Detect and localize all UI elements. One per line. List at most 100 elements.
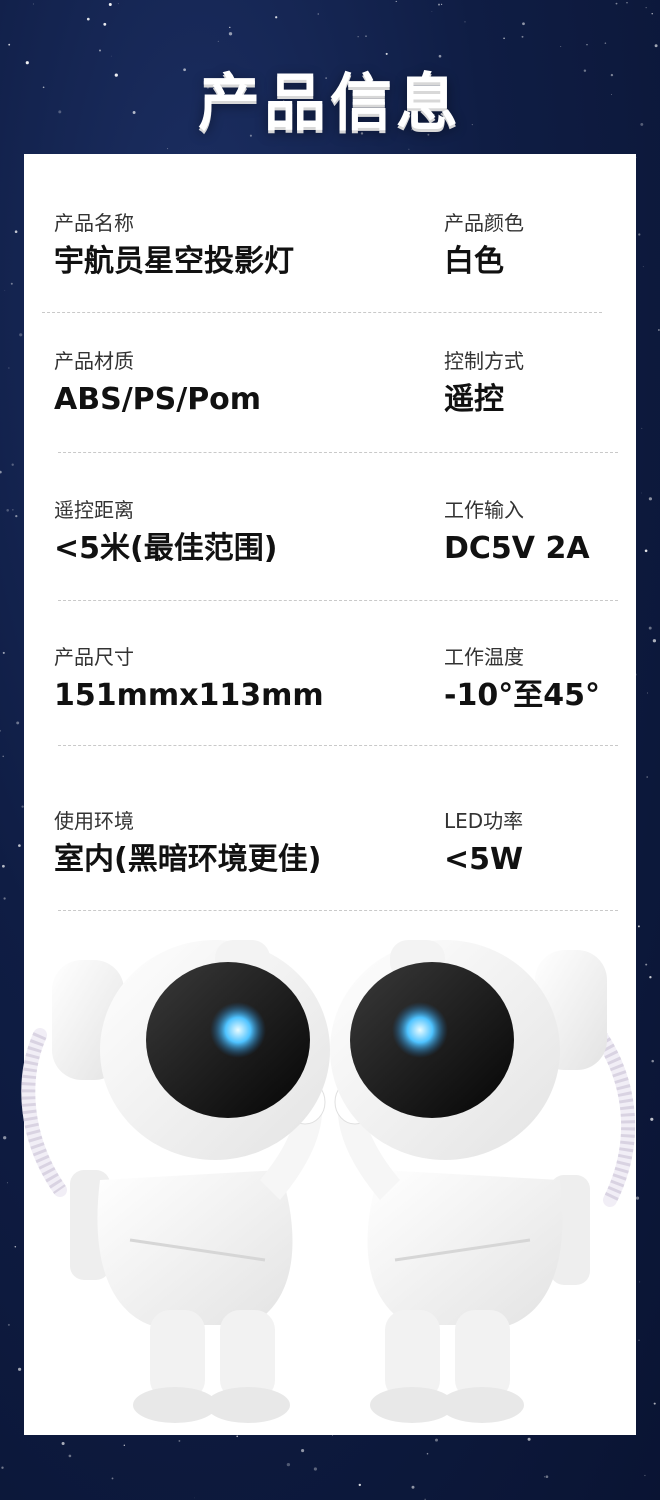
spec-label: 工作输入 (444, 498, 524, 522)
star-dot (19, 333, 23, 337)
star-dot (408, 148, 410, 150)
star-dot (644, 1474, 646, 1477)
star-dot (654, 44, 658, 48)
divider (58, 452, 618, 453)
star-dot (12, 509, 14, 511)
star-dot (103, 22, 107, 26)
astronaut-right (330, 940, 636, 1423)
spec-product-size: 产品尺寸 151mmx113mm (54, 644, 324, 716)
star-dot (16, 721, 20, 725)
star-dot (365, 35, 367, 37)
star-dot (301, 1449, 305, 1453)
spec-product-color: 产品颜色 白色 (444, 210, 524, 282)
star-dot (441, 3, 443, 5)
spec-value: <5W (444, 842, 524, 877)
spec-value: ABS/PS/Pom (54, 382, 262, 417)
star-dot (313, 1467, 317, 1471)
spec-label: 产品材质 (54, 349, 134, 373)
star-dot (641, 492, 643, 494)
star-dot (61, 1441, 65, 1446)
spec-label: 产品名称 (54, 211, 134, 235)
star-dot (2, 651, 5, 654)
star-dot (543, 1476, 545, 1478)
star-dot (395, 0, 397, 2)
spec-label: 控制方式 (444, 349, 524, 373)
spec-working-temperature: 工作温度 -10°至45° (444, 644, 600, 716)
divider (58, 910, 618, 911)
star-dot (644, 549, 648, 553)
star-dot (275, 16, 278, 19)
spec-row-size-temperature: 产品尺寸 151mmx113mm 工作温度 -10°至45° (24, 644, 636, 744)
star-dot (86, 17, 90, 21)
star-dot (435, 1438, 438, 1442)
star-dot (426, 1452, 429, 1455)
star-dot (431, 11, 433, 12)
spec-value: 宇航员星空投影灯 (54, 244, 294, 279)
star-dot (193, 1497, 195, 1499)
star-dot (2, 755, 4, 758)
star-dot (645, 7, 647, 9)
star-dot (32, 3, 34, 5)
spec-value: 室内(黑暗环境更佳) (54, 842, 322, 877)
star-dot (527, 1437, 531, 1441)
star-dot (358, 1483, 361, 1487)
star-dot (652, 639, 657, 643)
star-dot (8, 43, 11, 46)
spec-value: -10°至45° (444, 678, 600, 713)
star-dot (167, 148, 169, 150)
star-dot (638, 233, 641, 236)
divider (58, 745, 618, 746)
star-dot (3, 897, 6, 900)
star-dot (411, 1485, 415, 1489)
spec-label: 产品颜色 (444, 211, 524, 235)
star-dot (648, 626, 652, 630)
spec-value: <5米(最佳范围) (54, 531, 278, 566)
spec-row-range-input: 遥控距离 <5米(最佳范围) 工作输入 DC5V 2A (24, 497, 636, 597)
star-dot (626, 2, 628, 4)
spec-label: 工作温度 (444, 645, 524, 669)
star-dot (11, 463, 14, 466)
star-dot (117, 3, 119, 5)
spec-value: 白色 (444, 244, 504, 279)
star-dot (178, 1439, 181, 1442)
star-dot (317, 13, 319, 15)
spec-power-input: 工作输入 DC5V 2A (444, 497, 590, 569)
star-dot (217, 40, 219, 42)
star-dot (6, 509, 9, 512)
spec-row-name-color: 产品名称 宇航员星空投影灯 产品颜色 白色 (24, 210, 636, 310)
spec-label: 产品尺寸 (54, 645, 134, 669)
spec-row-environment-power: 使用环境 室内(黑暗环境更佳) LED功率 <5W (24, 808, 636, 908)
astronaut-projector-image (21, 940, 636, 1423)
spec-material: 产品材质 ABS/PS/Pom (54, 348, 261, 420)
star-dot (229, 26, 231, 29)
star-dot (647, 692, 648, 694)
star-dot (8, 367, 10, 369)
spec-led-power: LED功率 <5W (444, 808, 523, 880)
star-dot (604, 42, 607, 44)
star-dot (615, 2, 618, 5)
star-dot (586, 44, 588, 46)
star-dot (15, 514, 18, 518)
star-dot (521, 35, 524, 38)
star-dot (228, 32, 233, 36)
star-dot (0, 470, 2, 474)
star-dot (236, 1435, 239, 1438)
spec-remote-range: 遥控距离 <5米(最佳范围) (54, 497, 277, 569)
star-dot (4, 290, 6, 292)
star-dot (14, 230, 18, 233)
spec-product-name: 产品名称 宇航员星空投影灯 (54, 210, 294, 282)
spec-control-method: 控制方式 遥控 (444, 348, 524, 420)
star-dot (522, 22, 525, 26)
star-dot (357, 36, 359, 38)
star-dot (637, 925, 640, 928)
star-dot (108, 3, 112, 6)
spec-value: 遥控 (444, 382, 504, 417)
divider (42, 312, 602, 313)
star-dot (646, 776, 649, 778)
spec-value: DC5V 2A (444, 531, 590, 566)
star-dot (123, 1444, 125, 1446)
star-dot (651, 13, 653, 15)
divider (58, 600, 618, 601)
spec-label: 使用环境 (54, 809, 134, 833)
star-dot (0, 729, 2, 732)
